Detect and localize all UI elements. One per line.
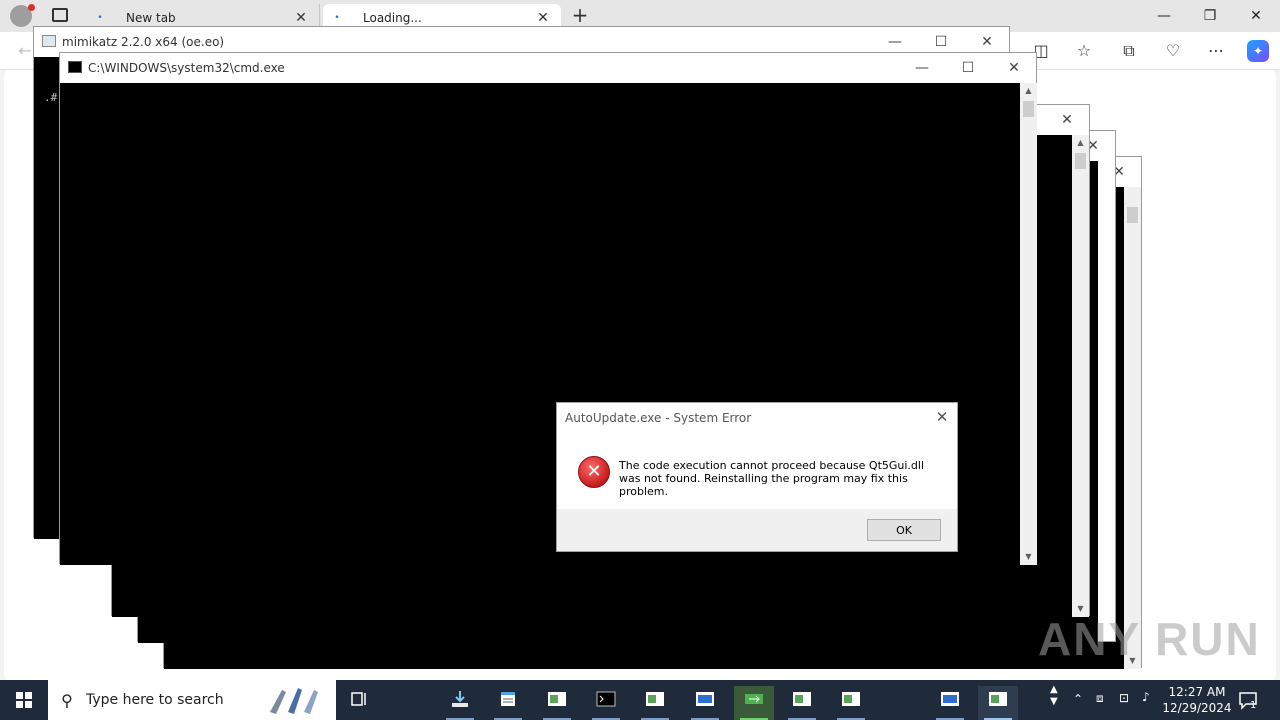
chevron-up-icon[interactable]: ⌃ xyxy=(1073,692,1083,706)
cmd-icon xyxy=(68,61,82,73)
taskbar-scroll-icon[interactable]: ▲ ▼ xyxy=(1050,684,1058,708)
error-icon: ✕ xyxy=(578,456,610,488)
network-icon[interactable]: ⊡ xyxy=(1119,691,1129,705)
app-window-icon[interactable] xyxy=(978,686,1018,720)
browser-essentials-icon[interactable]: ♡ xyxy=(1162,40,1184,62)
vertical-scrollbar[interactable]: ▲ ▼ xyxy=(1020,83,1037,565)
dialog-footer: OK xyxy=(557,509,957,551)
taskbar-clock[interactable]: 12:27 AM 12/29/2024 xyxy=(1160,684,1234,716)
error-message: The code execution cannot proceed becaus… xyxy=(619,459,925,498)
app-window-icon[interactable] xyxy=(831,686,871,720)
copilot-icon[interactable]: ✦ xyxy=(1247,40,1269,62)
minimize-button[interactable]: — xyxy=(1142,4,1186,28)
watermark-logo: ANY RUN xyxy=(1038,613,1261,665)
search-icon: ⚲ xyxy=(61,690,73,710)
dialog-title: AutoUpdate.exe - System Error xyxy=(565,411,752,425)
search-placeholder: Type here to search xyxy=(86,692,224,708)
app-window-icon[interactable] xyxy=(930,686,970,720)
clock-date: 12/29/2024 xyxy=(1162,701,1232,715)
minimize-icon[interactable]: — xyxy=(900,53,944,83)
app-window-icon[interactable] xyxy=(685,686,725,720)
network-transfer-icon[interactable] xyxy=(734,686,774,720)
volume-icon[interactable]: ♪ xyxy=(1142,690,1150,704)
ok-button[interactable]: OK xyxy=(867,519,941,541)
restore-button[interactable]: ❐ xyxy=(1188,4,1232,28)
window-title: C:\WINDOWS\system32\cmd.exe xyxy=(88,61,285,75)
cmd-taskbar-icon[interactable] xyxy=(586,686,626,720)
app-window-icon[interactable] xyxy=(537,686,577,720)
close-icon[interactable]: ✕ xyxy=(533,8,553,28)
clock-time: 12:27 AM xyxy=(1168,685,1226,699)
favorites-star-icon[interactable]: ☆ xyxy=(1073,40,1095,62)
taskbar: ⚲ Type here to search ▲ ▼ ⌃ ⧈ ⊡ ♪ 12:27 … xyxy=(0,680,1280,720)
tab-actions-icon[interactable] xyxy=(52,8,68,22)
downloads-icon[interactable] xyxy=(440,686,480,720)
window-title: mimikatz 2.2.0 x64 (oe.eo) xyxy=(62,35,225,49)
app-window-icon[interactable] xyxy=(782,686,822,720)
app-icon xyxy=(42,35,56,47)
window-titlebar[interactable]: C:\WINDOWS\system32\cmd.exe xyxy=(60,53,1036,83)
close-icon[interactable]: ✕ xyxy=(927,403,957,431)
scroll-up-icon[interactable]: ▲ xyxy=(1072,135,1089,151)
scroll-up-icon[interactable]: ▲ xyxy=(1020,83,1037,99)
taskbar-search[interactable]: ⚲ Type here to search xyxy=(48,680,336,720)
tab-label: Loading... xyxy=(363,11,422,25)
app-window-icon[interactable] xyxy=(635,686,675,720)
scroll-down-icon[interactable]: ▼ xyxy=(1020,549,1037,565)
close-icon[interactable]: ✕ xyxy=(291,8,311,28)
task-view-icon[interactable] xyxy=(340,686,380,720)
console-text: .# xyxy=(44,91,58,104)
maximize-icon[interactable]: ☐ xyxy=(946,53,990,83)
start-button[interactable] xyxy=(0,680,48,720)
dot-icon: • xyxy=(334,13,340,23)
profile-notification-dot xyxy=(28,4,35,11)
system-error-dialog: AutoUpdate.exe - System Error ✕ ✕ The co… xyxy=(556,402,958,552)
dot-icon: • xyxy=(97,13,103,23)
close-button[interactable]: ✕ xyxy=(1234,4,1278,28)
more-options-icon[interactable]: ⋯ xyxy=(1205,40,1227,62)
close-icon[interactable]: ✕ xyxy=(992,53,1036,83)
collections-icon[interactable]: ⧉ xyxy=(1118,40,1140,62)
windows-logo-icon xyxy=(16,692,32,708)
new-tab-button[interactable]: + xyxy=(568,4,592,28)
close-icon[interactable]: ✕ xyxy=(1045,105,1089,135)
notepad-icon[interactable] xyxy=(488,686,528,720)
device-icon[interactable]: ⧈ xyxy=(1096,691,1104,706)
notification-count: 1 xyxy=(1250,700,1257,711)
search-highlight-art-icon xyxy=(270,688,318,714)
tab-label: New tab xyxy=(126,11,176,25)
vertical-scrollbar[interactable]: ▼ xyxy=(1124,187,1141,669)
vertical-scrollbar[interactable]: ▲ ▼ xyxy=(1072,135,1089,617)
